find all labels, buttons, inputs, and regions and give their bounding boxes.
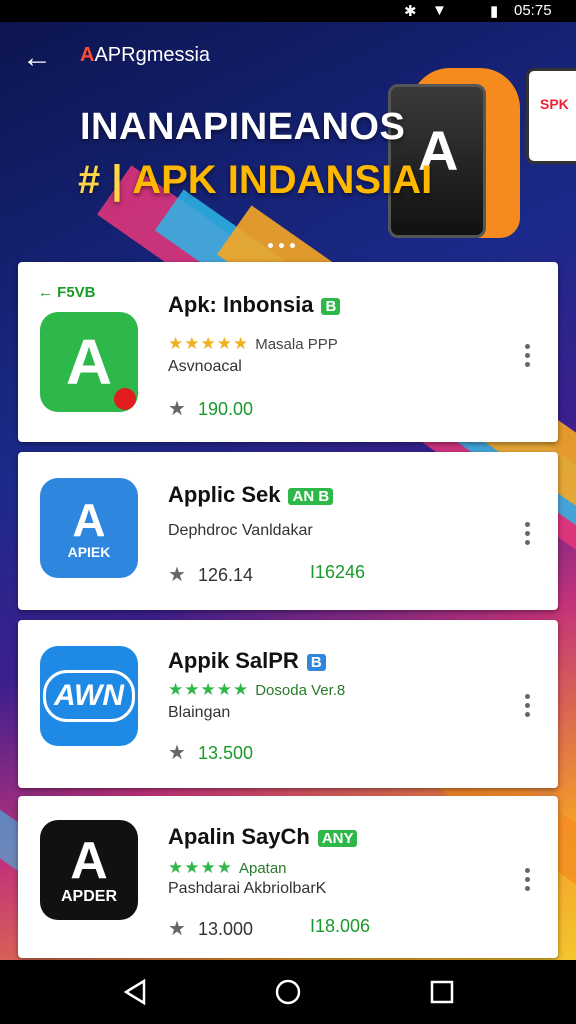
more-options-button[interactable] (522, 340, 532, 371)
hero-title: INANAPINEANOS (80, 106, 406, 148)
star-rating: ★★★★★ Dosoda Ver.8 (168, 680, 346, 699)
phone-text: SPK (540, 96, 569, 112)
carousel-indicator[interactable] (268, 243, 295, 248)
app-tag: AN B (288, 487, 334, 505)
status-time: 05:75 (514, 2, 552, 19)
app-developer: Blaingan (168, 704, 231, 721)
app-icon[interactable]: AWN (40, 646, 138, 746)
app-icon[interactable]: A APDER (40, 820, 138, 920)
settings-icon: ✱ (404, 3, 417, 20)
favorite-badge: ← F5VB (38, 284, 96, 301)
app-card[interactable]: A APDER Apalin SayCh ANY ★★★★ Apatan Pashd… (18, 796, 558, 958)
more-options-button[interactable] (522, 518, 532, 549)
notification-dot (114, 388, 136, 410)
back-button[interactable]: ← (22, 40, 58, 76)
back-triangle-icon (123, 978, 146, 1006)
app-tag: B (306, 653, 326, 671)
nav-back-button[interactable] (122, 978, 150, 1006)
home-circle-icon (275, 979, 301, 1005)
rating-row: ★ 13.500 (168, 740, 253, 765)
app-logo: AAPRgmessia (80, 44, 210, 67)
app-name: Apalin SayCh ANY (168, 824, 358, 850)
app-card[interactable]: A APIEK Applic Sek AN B Dephdroc Vanldaka… (18, 452, 558, 610)
more-options-button[interactable] (522, 690, 532, 721)
star-icon: ★ (168, 398, 186, 420)
wifi-icon: ▼ (432, 2, 447, 19)
app-developer: Dephdroc Vanldakar (168, 522, 313, 539)
rating-value: 13.000 (197, 919, 253, 939)
system-nav-bar (0, 960, 576, 1024)
app-name: Appik SalPR B (168, 648, 326, 674)
rating-value: 126.14 (197, 565, 253, 585)
rating-row: ★ 190.00 (168, 396, 253, 421)
header: A SPK ← AAPRgmessia INANAPINEANOS # | AP… (0, 22, 576, 262)
logo-mark: A (80, 44, 95, 66)
phone-illustration (526, 68, 576, 164)
arrow-left-icon: ← (22, 41, 52, 74)
rating-value: 190.00 (197, 399, 253, 419)
rating-row: ★ 126.14 I16246 (168, 562, 365, 587)
app-name: Applic Sek AN B (168, 482, 334, 508)
icon-caption: APIEK (67, 544, 111, 560)
star-rating: ★★★★ Apatan (168, 858, 287, 877)
battery-icon: ▮ (490, 3, 499, 20)
logo-text: APRgmessia (94, 44, 211, 66)
app-card[interactable]: AWN Appik SalPR B ★★★★★ Dosoda Ver.8 Blain… (18, 620, 558, 788)
app-icon[interactable]: A (40, 312, 138, 412)
star-icon: ★ (168, 742, 186, 764)
rating-value: 13.500 (197, 743, 253, 763)
app-tag: B (321, 297, 341, 315)
star-icon: ★ (168, 918, 186, 940)
star-rating: ★★★★★ Masala PPP (168, 334, 338, 353)
icon-caption: APDER (60, 888, 117, 905)
downloads-value: I18.006 (310, 916, 371, 936)
star-icon: ★ (168, 564, 186, 586)
status-bar: ✱ ▼ ▮ 05:75 (0, 0, 576, 22)
app-developer: Asvnoacal (168, 358, 242, 375)
app-icon[interactable]: A APIEK (40, 478, 138, 578)
recents-square-icon (430, 980, 454, 1004)
app-card[interactable]: ← F5VB A Apk: Inbonsia B ★★★★★ Masala PPP … (18, 262, 558, 442)
rating-row: ★ 13.000 I18.006 (168, 916, 370, 941)
downloads-value: I16246 (310, 562, 366, 582)
hero-subtitle-text: APK INDANSIAI (132, 158, 433, 202)
app-developer: Pashdarai AkbriolbarK (168, 880, 327, 897)
hero-prefix: # | (78, 158, 123, 202)
nav-recents-button[interactable] (428, 978, 456, 1006)
more-options-button[interactable] (522, 864, 532, 895)
app-name: Apk: Inbonsia B (168, 292, 341, 318)
app-tag: ANY (317, 829, 358, 847)
hero-subtitle: # | APK INDANSIAI (78, 158, 432, 203)
nav-home-button[interactable] (274, 978, 302, 1006)
